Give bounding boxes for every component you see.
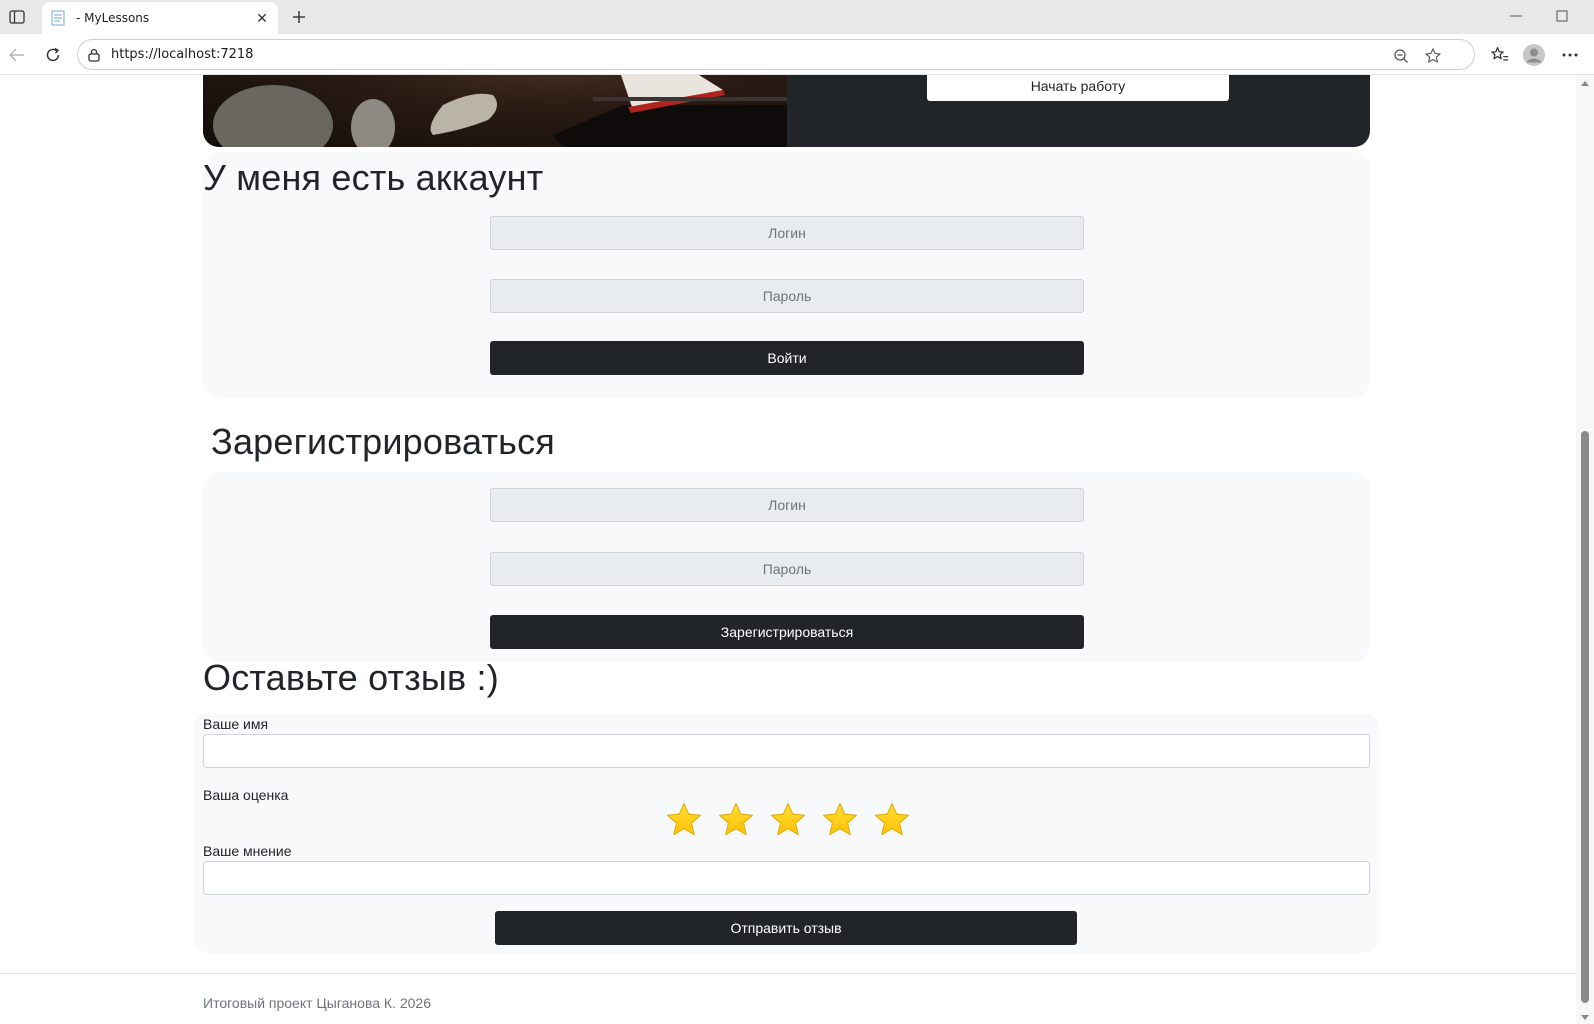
browser-tab[interactable]: - MyLessons ✕ xyxy=(42,2,278,34)
register-title: Зарегистрироваться xyxy=(211,421,556,462)
minimize-icon[interactable] xyxy=(1504,6,1528,26)
maximize-icon[interactable] xyxy=(1550,6,1574,26)
browser-tab-bar: - MyLessons ✕ xyxy=(0,0,1594,34)
rating-star-icon[interactable] xyxy=(821,801,859,839)
login-password-field[interactable]: Пароль xyxy=(490,279,1084,313)
login-username-field[interactable]: Логин xyxy=(490,216,1084,250)
page-favicon-icon xyxy=(50,10,66,26)
reload-icon[interactable] xyxy=(42,44,64,66)
url-field[interactable]: https://localhost:7218 xyxy=(77,39,1475,70)
scroll-up-icon[interactable] xyxy=(1581,81,1589,86)
login-button[interactable]: Войти xyxy=(490,341,1084,375)
more-menu-icon[interactable] xyxy=(1558,43,1582,67)
footer-divider xyxy=(0,973,1576,974)
close-icon[interactable]: ✕ xyxy=(252,8,272,28)
rating-stars xyxy=(665,801,911,841)
rating-star-icon[interactable] xyxy=(717,801,755,839)
review-title: Оставьте отзыв :) xyxy=(203,657,499,698)
new-tab-icon[interactable] xyxy=(288,6,310,28)
back-icon[interactable] xyxy=(6,44,28,66)
profile-avatar-icon[interactable] xyxy=(1522,43,1546,67)
tab-title: - MyLessons xyxy=(76,11,150,25)
login-title: У меня есть аккаунт xyxy=(203,157,544,198)
submit-review-button[interactable]: Отправить отзыв xyxy=(495,911,1077,945)
review-rating-label: Ваша оценка xyxy=(203,787,289,803)
start-work-button[interactable]: Начать работу xyxy=(927,75,1229,101)
page-scrollbar[interactable] xyxy=(1576,75,1594,1024)
sidebar-toggle-icon[interactable] xyxy=(8,8,26,26)
lock-icon xyxy=(88,48,100,62)
zoom-out-icon[interactable] xyxy=(1391,46,1411,66)
favorite-star-icon[interactable] xyxy=(1423,46,1443,66)
hero-banner: Начать работу xyxy=(203,75,1370,147)
hero-image xyxy=(203,75,787,147)
register-password-field[interactable]: Пароль xyxy=(490,552,1084,586)
review-opinion-label: Ваше мнение xyxy=(203,843,292,859)
address-bar: https://localhost:7218 xyxy=(0,34,1594,75)
review-name-input[interactable] xyxy=(203,734,1370,768)
register-button[interactable]: Зарегистрироваться xyxy=(490,615,1084,649)
review-opinion-input[interactable] xyxy=(203,861,1370,895)
scrollbar-thumb[interactable] xyxy=(1581,431,1589,1003)
register-username-field[interactable]: Логин xyxy=(490,488,1084,522)
footer-text: Итоговый проект Цыганова К. 2026 xyxy=(203,995,431,1011)
favorites-list-icon[interactable] xyxy=(1488,43,1512,67)
scroll-down-icon[interactable] xyxy=(1581,1015,1589,1020)
rating-star-icon[interactable] xyxy=(665,801,703,839)
url-text: https://localhost:7218 xyxy=(111,47,254,62)
page-viewport: Начать работу У меня есть аккаунт Логин … xyxy=(0,75,1594,1024)
review-name-label: Ваше имя xyxy=(203,716,269,732)
rating-star-icon[interactable] xyxy=(769,801,807,839)
rating-star-icon[interactable] xyxy=(873,801,911,839)
